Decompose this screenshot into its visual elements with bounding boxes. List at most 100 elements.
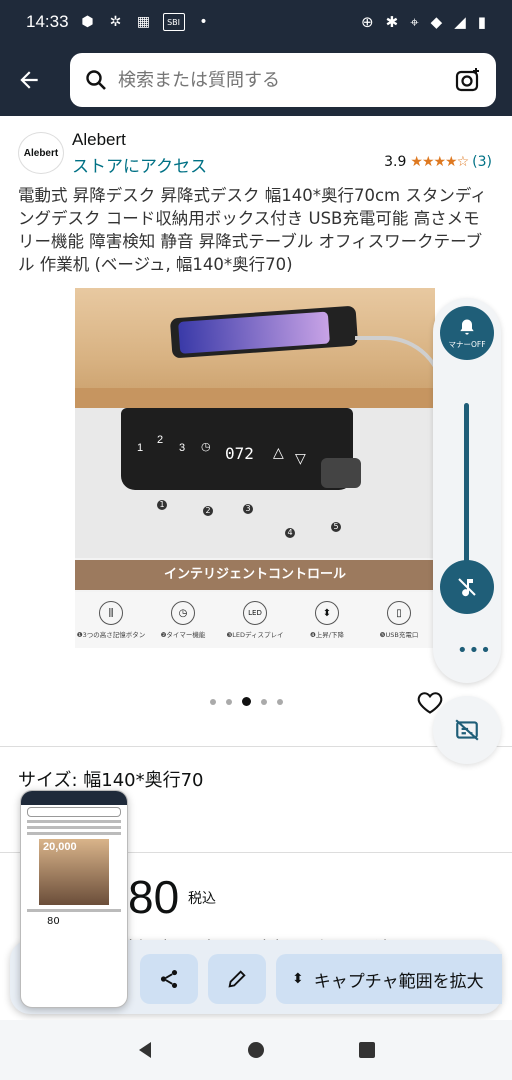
system-icons: ⊕ ✱ ⌖ ◆ ◢ ▮ bbox=[361, 13, 486, 31]
nav-home-icon[interactable] bbox=[246, 1040, 266, 1060]
carousel-dot[interactable] bbox=[261, 698, 267, 705]
search-input[interactable] bbox=[118, 69, 438, 91]
rating[interactable]: 3.9 ★★★★☆ (3) bbox=[384, 154, 492, 170]
back-arrow-icon bbox=[20, 71, 38, 89]
notification-icons: ⬢ ✲ ▦ SBI • bbox=[79, 13, 213, 31]
dot-icon: • bbox=[199, 14, 208, 30]
sync-icon: ⊕ bbox=[361, 13, 374, 31]
product-title: 電動式 昇降デスク 昇降式デスク 幅140*奥行70cm スタンディングデスク … bbox=[18, 186, 487, 274]
thumbnail-search bbox=[27, 807, 121, 817]
timer-glyph-icon: ◷ bbox=[201, 441, 211, 453]
sbi-icon: SBI bbox=[162, 13, 185, 31]
status-bar: 14:33 ⬢ ✲ ▦ SBI • ⊕ ✱ ⌖ ◆ ◢ ▮ bbox=[0, 0, 512, 44]
product-image[interactable]: 1 2 3 ◷ 072 △ ▽ 1 2 3 4 5 インテリジェントコントロール… bbox=[75, 288, 435, 648]
callout-marker: 2 bbox=[203, 506, 213, 516]
calendar-icon: ▦ bbox=[136, 14, 151, 30]
muted-note-icon bbox=[458, 578, 476, 597]
image-cable bbox=[355, 336, 435, 486]
more-options-icon[interactable]: ••• bbox=[457, 640, 492, 661]
search-box[interactable] bbox=[70, 53, 496, 107]
feature-item: ⫼ ❶3つの高さ記憶ボタン bbox=[75, 592, 147, 648]
thumbnail-image: 20,000 bbox=[39, 839, 109, 905]
up-down-icon: ⬍ bbox=[315, 601, 339, 625]
store-row: Alebert Alebert ストアにアクセス 3.9 ★★★★☆ (3) bbox=[18, 128, 498, 177]
carousel-dot[interactable] bbox=[277, 698, 283, 705]
carousel-dot[interactable] bbox=[226, 698, 232, 705]
bell-icon bbox=[460, 319, 474, 334]
thumbnail-status-bar bbox=[21, 791, 127, 805]
image-banner: インテリジェントコントロール bbox=[75, 560, 435, 590]
volume-slider[interactable] bbox=[464, 403, 469, 568]
thumbnail-line bbox=[27, 909, 121, 912]
caption-toggle-button[interactable] bbox=[433, 696, 501, 764]
expand-capture-label: キャプチャ範囲を拡大 bbox=[313, 971, 484, 992]
expand-arrows-icon: ⬍ bbox=[292, 971, 304, 987]
mute-button[interactable] bbox=[440, 560, 494, 614]
signal-icon: ◢ bbox=[454, 13, 466, 31]
callout-marker: 1 bbox=[157, 500, 167, 510]
controller-display: 072 bbox=[225, 444, 254, 463]
volume-panel: マナーOFF ••• bbox=[433, 298, 501, 683]
brand-name[interactable]: Alebert bbox=[72, 130, 126, 150]
callout-marker: 5 bbox=[331, 522, 341, 532]
carousel-dot[interactable] bbox=[210, 698, 216, 705]
memory-buttons-icon: ⫼ bbox=[99, 601, 123, 625]
feature-label: ❷タイマー機能 bbox=[160, 631, 206, 639]
search-icon bbox=[86, 70, 106, 90]
screenshot-thumbnail[interactable]: 20,000 80 bbox=[20, 790, 128, 1008]
feature-item: ◷ ❷タイマー機能 bbox=[147, 592, 219, 648]
feature-item: LED ❸LEDディスプレイ bbox=[219, 592, 291, 648]
down-arrow-icon: ▽ bbox=[295, 450, 306, 466]
controller-button-label: 1 bbox=[137, 442, 144, 454]
brand-logo[interactable]: Alebert bbox=[18, 132, 64, 174]
carousel-dots bbox=[210, 697, 283, 706]
image-controller: 1 2 3 ◷ 072 △ ▽ bbox=[121, 408, 353, 490]
tax-label: 税込 bbox=[188, 891, 216, 907]
size-label: サイズ: 幅140*奥行70 bbox=[18, 770, 204, 791]
bluetooth-icon: ✱ bbox=[385, 13, 399, 31]
feature-item: ⬍ ❹上昇/下降 bbox=[291, 592, 363, 648]
edit-button[interactable] bbox=[208, 954, 266, 1004]
thumbnail-line bbox=[27, 820, 121, 823]
pencil-icon bbox=[228, 970, 246, 988]
nav-back-icon[interactable] bbox=[135, 1040, 155, 1060]
led-icon: LED bbox=[243, 601, 267, 625]
carousel-dot-active[interactable] bbox=[242, 697, 251, 706]
visit-store-link[interactable]: ストアにアクセス bbox=[72, 152, 207, 177]
share-icon bbox=[160, 970, 178, 988]
system-nav-bar bbox=[0, 1020, 512, 1080]
controller-button-label: 2 bbox=[157, 434, 164, 446]
nav-recents-icon[interactable] bbox=[357, 1040, 377, 1060]
share-button[interactable] bbox=[140, 954, 198, 1004]
divider bbox=[0, 746, 512, 747]
feature-label: ❹上昇/下降 bbox=[309, 631, 345, 639]
app-icon: ⬢ bbox=[81, 14, 94, 30]
status-time: 14:33 bbox=[26, 12, 69, 31]
feature-item: ▯ ❺USB充電口 bbox=[363, 592, 435, 648]
pinwheel-icon: ✲ bbox=[109, 14, 122, 30]
location-icon: ⌖ bbox=[410, 13, 419, 31]
manner-mode-button[interactable]: マナーOFF bbox=[440, 306, 494, 360]
feature-strip: ⫼ ❶3つの高さ記憶ボタン ◷ ❷タイマー機能 LED ❸LEDディスプレイ ⬍… bbox=[75, 592, 435, 648]
controller-button-label: 3 bbox=[179, 442, 186, 454]
up-arrow-icon: △ bbox=[273, 444, 284, 460]
star-rating-icon: ★★★★☆ bbox=[410, 154, 469, 170]
feature-label: ❶3つの高さ記憶ボタン bbox=[76, 631, 146, 639]
search-header bbox=[0, 44, 512, 116]
price-value: 80 bbox=[128, 871, 180, 923]
review-count[interactable]: (3) bbox=[472, 154, 492, 170]
feature-label: ❸LEDディスプレイ bbox=[226, 631, 284, 639]
thumbnail-badge: 20,000 bbox=[43, 841, 77, 853]
expand-capture-button[interactable]: ⬍ キャプチャ範囲を拡大 bbox=[276, 954, 502, 1004]
back-button[interactable] bbox=[14, 65, 44, 95]
image-usb-plug bbox=[321, 458, 361, 488]
rating-value: 3.9 bbox=[384, 154, 407, 170]
usb-icon: ▯ bbox=[387, 601, 411, 625]
timer-icon: ◷ bbox=[171, 601, 195, 625]
camera-search-icon[interactable] bbox=[454, 66, 482, 94]
thumbnail-price: 80 bbox=[47, 916, 60, 927]
callout-marker: 3 bbox=[243, 504, 253, 514]
callout-marker: 4 bbox=[285, 528, 295, 538]
captions-off-icon bbox=[455, 719, 479, 741]
manner-mode-label: マナーOFF bbox=[448, 339, 486, 349]
